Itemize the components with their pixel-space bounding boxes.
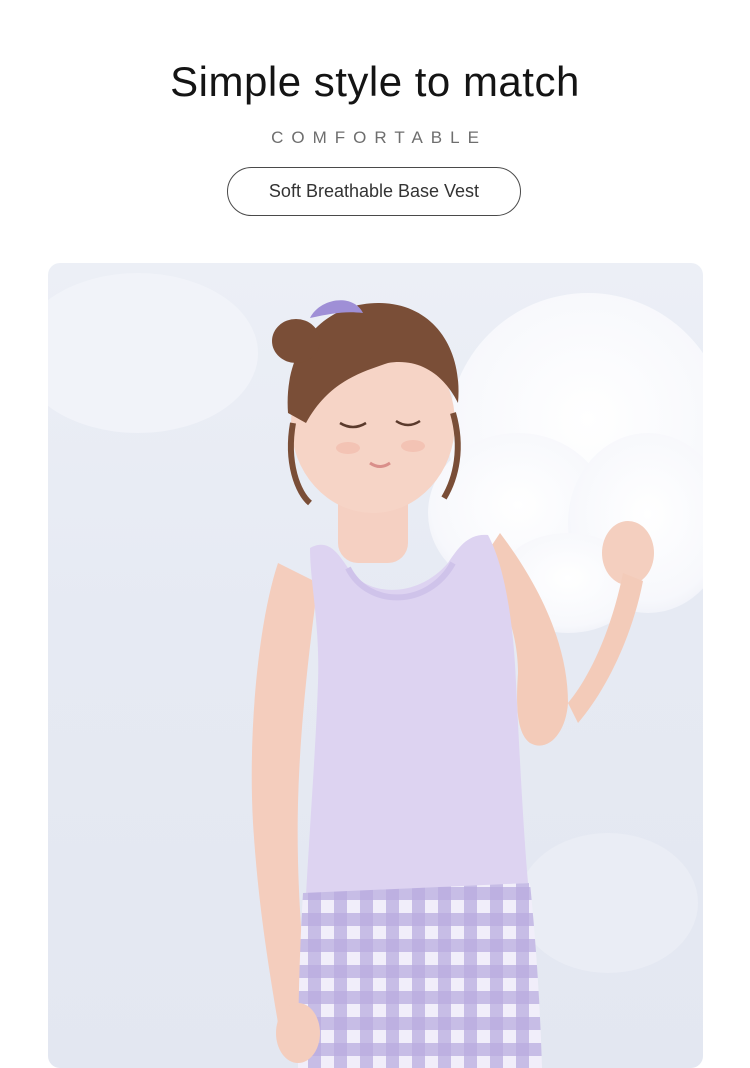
- product-tag-label: Soft Breathable Base Vest: [268, 181, 480, 201]
- background-cloud: [518, 833, 698, 973]
- model-illustration: [48, 273, 703, 1068]
- left-hand: [276, 1003, 320, 1063]
- cheek-blush: [401, 440, 425, 452]
- cheek-blush: [336, 442, 360, 454]
- lavender-vest: [306, 534, 528, 895]
- product-photo: [48, 263, 703, 1068]
- page-title: Simple style to match: [170, 58, 580, 105]
- plaid-pants: [298, 883, 542, 1068]
- section-subtitle: COMFORTABLE: [271, 128, 487, 147]
- hair-bun: [272, 319, 320, 363]
- product-tag-pill: Soft Breathable Base Vest: [227, 167, 521, 216]
- background-cloud: [48, 273, 258, 433]
